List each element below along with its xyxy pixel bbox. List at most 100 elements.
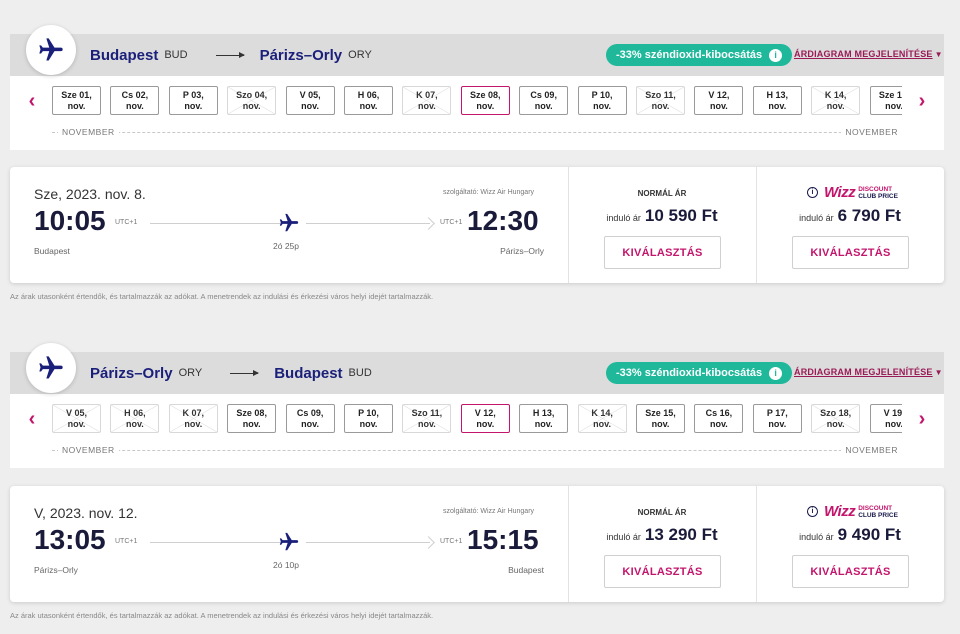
chevron-right-icon[interactable]: › <box>912 408 932 431</box>
date-month-label: nov. <box>826 101 845 111</box>
date-day-label: P 10, <box>358 408 379 418</box>
normal-price-column: NORMÁL ÁR induló ár 13 290 Ft KIVÁLASZTÁS <box>568 486 755 602</box>
from-label: induló ár <box>799 213 834 223</box>
date-month-label: nov. <box>67 101 86 111</box>
date-option[interactable]: K 14, nov. <box>811 86 861 115</box>
date-option[interactable]: P 03, nov. <box>168 86 218 115</box>
date-option[interactable]: Szo 04, nov. <box>227 86 277 115</box>
co2-badge[interactable]: -33% széndioxid-kibocsátás i <box>606 362 793 384</box>
date-day-label: H 13, <box>766 90 789 100</box>
date-day-label: H 06, <box>124 408 146 418</box>
date-option[interactable]: Szo 11, nov. <box>636 86 685 115</box>
date-day-label: P 17, <box>766 408 788 418</box>
flight-track-line <box>306 223 430 224</box>
date-option[interactable]: V 12, nov. <box>694 86 744 115</box>
select-club-fare-button[interactable]: KIVÁLASZTÁS <box>792 555 909 588</box>
arrival-utc: UTC+1 <box>440 219 463 226</box>
destination-code: ORY <box>348 49 372 61</box>
date-day-label: Sze 15, <box>645 408 676 418</box>
chevron-left-icon[interactable]: ‹ <box>22 408 42 431</box>
info-icon[interactable]: i <box>769 48 783 62</box>
airplane-icon <box>278 531 300 558</box>
departure-city: Budapest <box>34 246 70 256</box>
select-club-fare-button[interactable]: KIVÁLASZTÁS <box>792 236 909 269</box>
wizz-logo: Wizz <box>824 503 856 520</box>
inbound-flight-card: V, 2023. nov. 12. szolgáltató: Wizz Air … <box>10 486 944 602</box>
date-option[interactable]: K 07, nov. <box>402 86 452 115</box>
date-option[interactable]: V 05, nov. <box>285 86 335 115</box>
info-icon[interactable]: i <box>769 366 783 380</box>
date-option[interactable]: V 19,nov. <box>869 404 902 433</box>
date-option[interactable]: Sze 01, nov. <box>52 86 101 115</box>
date-option[interactable]: K 14, nov. <box>577 404 627 433</box>
normal-price-title: NORMÁL ÁR <box>637 189 687 198</box>
route-arrow-icon <box>215 51 245 58</box>
info-icon[interactable]: i <box>807 506 818 517</box>
select-normal-fare-button[interactable]: KIVÁLASZTÁS <box>604 236 721 269</box>
from-label: induló ár <box>799 532 834 542</box>
date-month-label: nov. <box>417 419 436 429</box>
date-option[interactable]: Cs 02, nov. <box>110 86 160 115</box>
date-option-selected[interactable]: Sze 08, nov. <box>460 86 510 115</box>
normal-price-amount: 13 290 Ft <box>644 525 718 544</box>
date-option[interactable]: P 10, nov. <box>577 86 627 115</box>
date-day-label: Szo 11, <box>411 408 443 418</box>
club-price-column: i Wizz DISCOUNT CLUB PRICE induló ár 6 790… <box>756 167 943 283</box>
date-month-label: nov. <box>301 101 320 111</box>
month-divider <box>52 132 902 133</box>
date-option[interactable]: H 13, nov. <box>752 86 802 115</box>
discount-club-logo: i Wizz DISCOUNT CLUB PRICE <box>807 184 898 201</box>
outbound-date-selector: ‹ Sze 01, nov. Cs 02, nov. P 03, nov. Szo 04, n… <box>10 76 944 150</box>
date-month-label: nov. <box>885 419 902 429</box>
date-option[interactable]: Cs 16, nov. <box>694 404 744 433</box>
date-option[interactable]: Cs 09, nov. <box>519 86 569 115</box>
date-month-label: nov. <box>242 101 261 111</box>
club-line1: DISCOUNT <box>858 185 893 193</box>
normal-price-title: NORMÁL ÁR <box>637 508 687 517</box>
inbound-date-row: V 05, nov. H 06, nov. K 07, nov. Sze 08, nov. Cs… <box>52 403 902 435</box>
date-month-label: nov. <box>184 419 203 429</box>
operator-label: szolgáltató: Wizz Air Hungary <box>443 508 535 515</box>
date-option[interactable]: Szo 11, nov. <box>402 404 452 433</box>
date-day-label: V 12, <box>708 90 730 100</box>
date-option[interactable]: Cs 09, nov. <box>285 404 335 433</box>
date-option[interactable]: Szo 18, nov. <box>811 404 861 433</box>
departure-time: 13:05 <box>34 524 106 555</box>
month-label-right: NOVEMBER <box>841 445 902 455</box>
date-day-label: Szo 18, <box>820 408 852 418</box>
chart-link-label: ÁRDIAGRAM MEGJELENÍTÉSE <box>794 367 933 377</box>
arrival-utc: UTC+1 <box>440 538 463 545</box>
date-option[interactable]: H 06, nov. <box>110 404 160 433</box>
co2-badge[interactable]: -33% széndioxid-kibocsátás i <box>606 44 793 66</box>
date-option[interactable]: H 06, nov. <box>344 86 393 115</box>
club-line1: DISCOUNT <box>858 504 893 512</box>
date-option[interactable]: Sze 15,nov. <box>869 86 902 115</box>
date-option[interactable]: P 17, nov. <box>752 404 802 433</box>
airplane-icon <box>26 343 76 393</box>
chevron-right-icon[interactable]: › <box>912 90 932 113</box>
date-option[interactable]: H 13, nov. <box>519 404 569 433</box>
date-option[interactable]: V 05, nov. <box>52 404 101 433</box>
info-icon[interactable]: i <box>807 187 818 198</box>
date-month-label: nov. <box>125 101 144 111</box>
outbound-route-header: Budapest BUD Párizs–Orly ORY -33% széndi… <box>10 25 944 76</box>
route-title: Budapest BUD Párizs–Orly ORY <box>90 34 372 76</box>
date-option[interactable]: Sze 15,nov. <box>636 404 685 433</box>
club-price: induló ár 6 790 Ft <box>757 206 943 226</box>
date-option[interactable]: K 07, nov. <box>168 404 218 433</box>
date-day-label: K 07, <box>182 408 205 418</box>
date-option-selected[interactable]: V 12, nov. <box>460 404 510 433</box>
date-month-label: nov. <box>709 101 728 111</box>
flight-date: V, 2023. nov. 12. <box>34 505 138 521</box>
chevron-left-icon[interactable]: ‹ <box>22 90 42 113</box>
date-month-label: nov. <box>534 419 553 429</box>
date-option[interactable]: Sze 08, nov. <box>227 404 277 433</box>
select-normal-fare-button[interactable]: KIVÁLASZTÁS <box>604 555 721 588</box>
normal-price-amount: 10 590 Ft <box>644 206 718 225</box>
show-price-chart-link[interactable]: ÁRDIAGRAM MEGJELENÍTÉSE ▼ <box>794 49 943 59</box>
outbound-date-row: Sze 01, nov. Cs 02, nov. P 03, nov. Szo 04, nov… <box>52 85 902 117</box>
show-price-chart-link[interactable]: ÁRDIAGRAM MEGJELENÍTÉSE ▼ <box>794 367 943 377</box>
caret-down-icon: ▼ <box>934 50 943 59</box>
date-option[interactable]: P 10, nov. <box>344 404 393 433</box>
operator-label: szolgáltató: Wizz Air Hungary <box>443 189 535 196</box>
